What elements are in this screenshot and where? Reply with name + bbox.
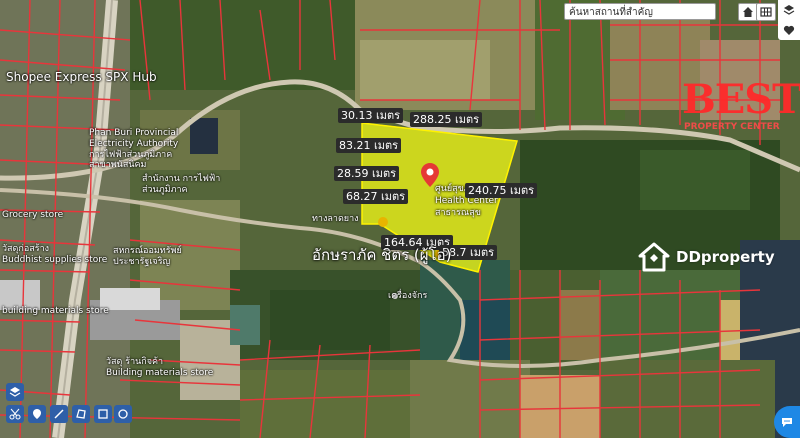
supply-label[interactable]: Buddhist supplies store [2,255,107,266]
machine-label: เครื่องจักร [388,291,428,301]
hardware-thai-label: วัสดุ ร้านกิจค้า [106,357,164,367]
circle-tool-icon [118,409,128,419]
health-thai-label: สาธารณสุข [435,208,481,218]
best-logo: BEST [682,76,800,123]
measure-label: 28.59 เมตร [334,166,400,181]
polygon-tool-icon [76,409,86,419]
supply-thai-label: วัสดุก่อสร้าง [2,244,50,254]
pea-label-line2[interactable]: Electricity Authority [89,139,178,150]
layer-tool-icon [9,387,21,397]
ddproperty-text: DDproperty [676,248,775,266]
home-button[interactable] [738,3,758,21]
ddproperty-logo-icon [638,242,670,272]
pea-thai-label-2: สาขาพนัสนิคม [89,160,147,170]
measure-label: 240.75 เมตร [465,183,538,198]
layer-tool-button[interactable] [6,383,24,401]
search-input[interactable]: ค้นหาสถานที่สำคัญ [564,3,716,20]
pea-office-label-1: สำนักงาน การไฟฟ้า [142,174,221,184]
map-tools [4,383,132,429]
measure-label: 68.27 เมตร [343,189,409,204]
home-icon [743,7,753,17]
polygon-tool-button[interactable] [72,405,90,423]
hardware-label[interactable]: Building materials store [106,368,213,379]
line-tool-icon [54,409,64,419]
square-tool-icon [98,409,108,419]
grocery-label[interactable]: Grocery store [2,210,63,221]
layers-icon [783,5,795,15]
measure-label: 288.25 เมตร [410,112,483,127]
heart-icon [783,25,795,35]
map-view[interactable]: Shopee Express SPX Hub Phan Buri Provinc… [0,0,800,438]
pin-tool-button[interactable] [28,405,46,423]
owner-label: อักษราภัค ชิตร (ผู้โอ) [312,246,452,264]
best-watermark: BEST PROPERTY CENTER [682,78,800,136]
circle-tool-button[interactable] [114,405,132,423]
chat-button[interactable] [774,406,800,438]
line-tool-button[interactable] [50,405,68,423]
cut-tool-button[interactable] [6,405,24,423]
map-side-controls [778,0,800,40]
best-logo-sub: PROPERTY CENTER [684,122,780,132]
road-label: ทางลาดยาง [312,214,359,224]
pea-label-line1[interactable]: Phan Buri Provincial [89,128,178,139]
grid-button[interactable] [756,3,776,21]
materials-label[interactable]: building materials store [2,306,109,317]
favorite-button[interactable] [778,20,800,40]
pea-office-label-2: ส่วนภูมิภาค [142,185,188,195]
measure-label: 83.21 เมตร [336,138,402,153]
grid-icon [760,7,772,17]
square-tool-button[interactable] [94,405,112,423]
chat-icon [782,418,792,427]
scissors-icon [9,408,21,420]
cooperative-label-2: ประชารัฐเจริญ [113,257,171,267]
cooperative-label-1: สหกรณ์ออมทรัพย์ [113,246,182,256]
layers-button[interactable] [778,0,800,20]
pin-tool-icon [33,409,41,419]
measure-label: 30.13 เมตร [338,108,404,123]
shopee-label[interactable]: Shopee Express SPX Hub [6,70,157,84]
ddproperty-watermark: DDproperty [638,242,775,272]
